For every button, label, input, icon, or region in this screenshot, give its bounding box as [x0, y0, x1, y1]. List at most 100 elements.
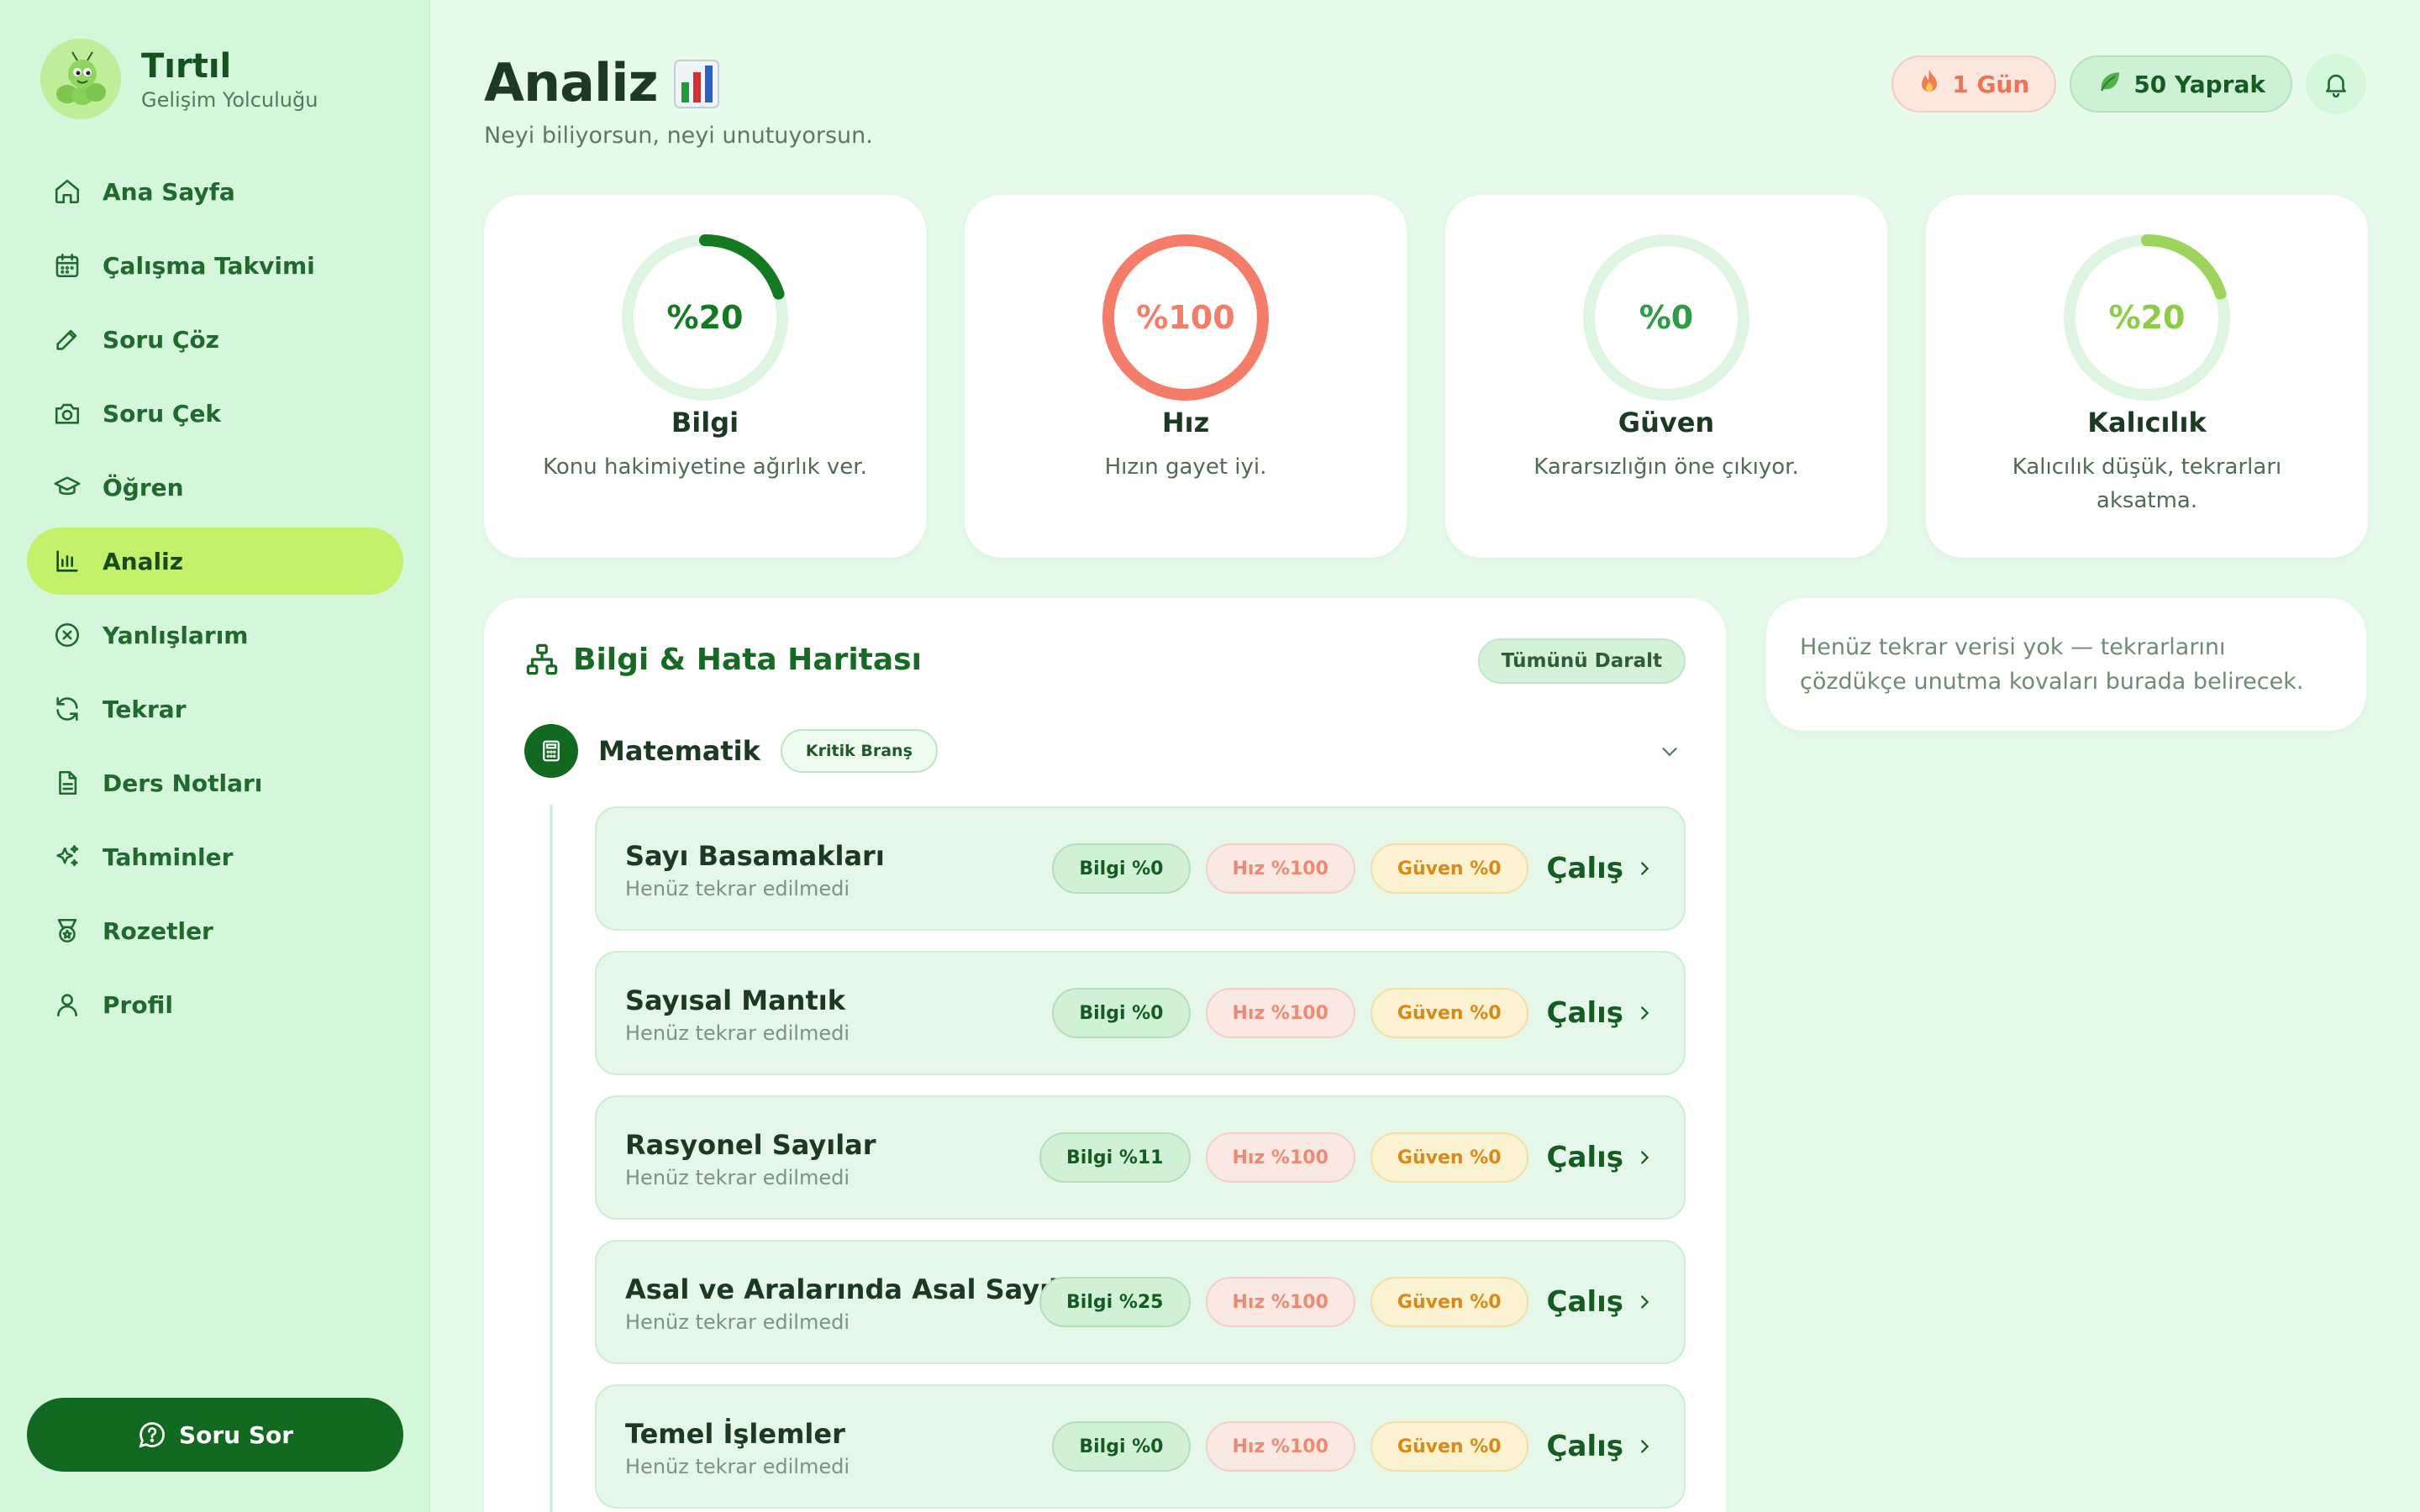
topic-chips: Bilgi %25 Hız %100 Güven %0 Çalış — [1024, 1277, 1654, 1327]
sidebar-item-label: Yanlışlarım — [103, 621, 249, 649]
chevron-down-icon[interactable] — [1657, 739, 1682, 764]
chevron-right-icon — [1641, 862, 1649, 875]
subject-name: Matematik — [598, 735, 760, 767]
study-button[interactable]: Çalış — [1547, 996, 1654, 1030]
study-button[interactable]: Çalış — [1547, 1430, 1654, 1463]
calendar-icon — [52, 250, 82, 281]
hiz-chip: Hız %100 — [1205, 1132, 1355, 1183]
sidebar-item-label: Ders Notları — [103, 769, 263, 797]
metric-name: Güven — [1618, 407, 1715, 438]
refresh-icon — [52, 694, 82, 724]
page-title: Analiz — [484, 52, 720, 113]
ask-question-button[interactable]: Soru Sor — [27, 1398, 403, 1472]
knowledge-map-header: Bilgi & Hata Haritası — [524, 642, 922, 677]
sidebar-item-tekrar[interactable]: Tekrar — [27, 675, 403, 743]
sidebar-item-rozetler[interactable]: Rozetler — [27, 897, 403, 964]
camera-icon — [52, 398, 82, 428]
topic-chips: Bilgi %11 Hız %100 Güven %0 Çalış — [1024, 1132, 1654, 1183]
study-button[interactable]: Çalış — [1547, 1285, 1654, 1319]
guven-chip: Güven %0 — [1370, 1132, 1528, 1183]
leaf-icon — [2096, 69, 2122, 100]
topic-row[interactable]: Temel İşlemler Henüz tekrar edilmedi Bil… — [595, 1384, 1686, 1509]
study-button[interactable]: Çalış — [1547, 852, 1654, 885]
sidebar-item-label: Çalışma Takvimi — [103, 251, 315, 280]
metric-description: Kalıcılık düşük, tekrarları aksatma. — [2012, 454, 2282, 513]
ask-question-label: Soru Sor — [178, 1420, 294, 1449]
sidebar-item-ogren[interactable]: Öğren — [27, 454, 403, 521]
metric-value: %100 — [1136, 299, 1235, 336]
sidebar-item-yanlislarim[interactable]: Yanlışlarım — [27, 601, 403, 669]
fire-icon — [1918, 69, 1940, 100]
topic-status: Henüz tekrar edilmedi — [625, 1166, 850, 1189]
metric-name: Kalıcılık — [2087, 407, 2207, 438]
bilgi-chip: Bilgi %0 — [1052, 843, 1191, 894]
notifications-button[interactable] — [2306, 54, 2366, 114]
topic-status: Henüz tekrar edilmedi — [625, 877, 850, 900]
sidebar-item-soru-coz[interactable]: Soru Çöz — [27, 306, 403, 373]
pencil-icon — [52, 324, 82, 354]
hierarchy-icon — [526, 643, 558, 675]
chevron-right-icon — [1641, 1006, 1649, 1020]
sidebar-item-ders-notlari[interactable]: Ders Notları — [27, 749, 403, 816]
sidebar-item-analiz[interactable]: Analiz — [27, 528, 403, 595]
calculator-icon — [524, 724, 578, 778]
topic-name: Rasyonel Sayılar — [625, 1129, 876, 1161]
user-icon — [52, 990, 82, 1020]
sidebar: Tırtıl Gelişim Yolculuğu Ana Sayfa Çalış… — [0, 0, 430, 1512]
hiz-chip: Hız %100 — [1205, 988, 1355, 1038]
study-label: Çalış — [1546, 996, 1623, 1030]
knowledge-map-card: Bilgi & Hata Haritası Tümünü Daralt Mate… — [484, 598, 1726, 1512]
caterpillar-logo-icon — [40, 39, 121, 119]
sidebar-item-ana-sayfa[interactable]: Ana Sayfa — [27, 158, 403, 225]
sidebar-item-label: Ana Sayfa — [103, 177, 235, 206]
topic-chips: Bilgi %0 Hız %100 Güven %0 Çalış — [1037, 1421, 1654, 1472]
document-icon — [52, 768, 82, 798]
metric-card-bilgi: %20 Bilgi Konu hakimiyetine ağırlık ver. — [484, 195, 926, 558]
sidebar-item-profil[interactable]: Profil — [27, 971, 403, 1038]
brand[interactable]: Tırtıl Gelişim Yolculuğu — [40, 39, 318, 119]
sparkles-icon — [52, 842, 82, 872]
hiz-chip: Hız %100 — [1205, 1277, 1355, 1327]
subject-row-matematik[interactable]: Matematik Kritik Branş — [524, 724, 1686, 778]
sidebar-item-label: Soru Çek — [103, 399, 222, 428]
metric-value: %20 — [2108, 299, 2186, 336]
study-label: Çalış — [1546, 1430, 1623, 1463]
topic-row[interactable]: Sayısal Mantık Henüz tekrar edilmedi Bil… — [595, 951, 1686, 1075]
page-subtitle: Neyi biliyorsun, neyi unutuyorsun. — [484, 123, 873, 149]
topic-chips: Bilgi %0 Hız %100 Güven %0 Çalış — [1037, 843, 1654, 894]
leaf-count-label: 50 Yaprak — [2133, 70, 2265, 98]
topic-name: Temel İşlemler — [625, 1418, 845, 1450]
repeat-info-text: Henüz tekrar verisi yok — tekrarlarını ç… — [1800, 634, 2304, 695]
chevron-right-icon — [1641, 1440, 1649, 1453]
study-label: Çalış — [1546, 1285, 1623, 1319]
metric-description: Konu hakimiyetine ağırlık ver. — [543, 454, 867, 480]
x-circle-icon — [52, 620, 82, 650]
guven-chip: Güven %0 — [1370, 988, 1528, 1038]
sidebar-item-soru-cek[interactable]: Soru Çek — [27, 380, 403, 447]
bilgi-chip: Bilgi %11 — [1039, 1132, 1191, 1183]
medal-icon — [52, 916, 82, 946]
streak-badge[interactable]: 1 Gün — [1891, 55, 2057, 113]
topic-row[interactable]: Asal ve Aralarında Asal Sayılar Henüz te… — [595, 1240, 1686, 1364]
study-label: Çalış — [1546, 1141, 1623, 1174]
topic-row[interactable]: Rasyonel Sayılar Henüz tekrar edilmedi B… — [595, 1095, 1686, 1220]
topic-row[interactable]: Sayı Basamakları Henüz tekrar edilmedi B… — [595, 806, 1686, 931]
leaf-count-badge[interactable]: 50 Yaprak — [2070, 55, 2292, 113]
brand-subtitle: Gelişim Yolculuğu — [141, 88, 318, 112]
collapse-all-button[interactable]: Tümünü Daralt — [1477, 638, 1686, 684]
sidebar-nav: Ana Sayfa Çalışma Takvimi Soru Çöz Soru … — [27, 158, 403, 1045]
sidebar-item-label: Tekrar — [103, 695, 187, 723]
critical-branch-badge: Kritik Branş — [780, 729, 938, 773]
top-actions: 1 Gün 50 Yaprak — [1878, 54, 2366, 114]
bell-icon — [2326, 74, 2346, 98]
sidebar-item-tahminler[interactable]: Tahminler — [27, 823, 403, 890]
knowledge-map-title: Bilgi & Hata Haritası — [573, 642, 922, 677]
study-button[interactable]: Çalış — [1547, 1141, 1654, 1174]
metric-card-hiz: %100 Hız Hızın gayet iyi. — [965, 195, 1407, 558]
topic-name: Sayı Basamakları — [625, 840, 885, 872]
metric-name: Hız — [1161, 407, 1210, 438]
bilgi-chip: Bilgi %0 — [1052, 1421, 1191, 1472]
sidebar-item-calisma-takvimi[interactable]: Çalışma Takvimi — [27, 232, 403, 299]
sidebar-item-label: Soru Çöz — [103, 325, 219, 354]
bar-chart-emoji-icon — [673, 59, 719, 108]
